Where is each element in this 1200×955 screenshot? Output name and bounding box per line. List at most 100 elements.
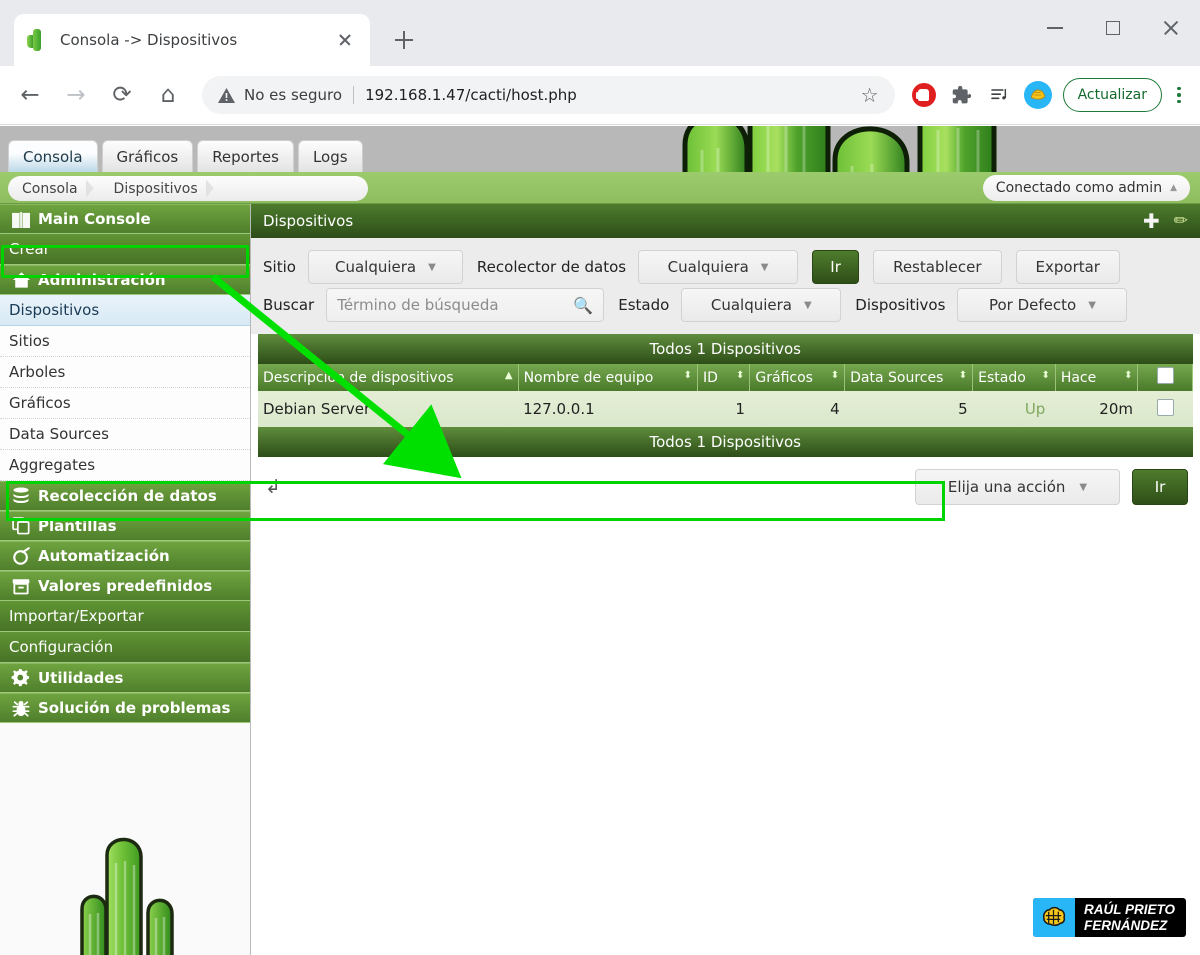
devices-dropdown[interactable]: Por Defecto ▼	[957, 288, 1127, 322]
profile-avatar[interactable]	[1021, 78, 1055, 112]
close-icon[interactable]	[1142, 0, 1200, 56]
ublock-icon[interactable]	[907, 78, 941, 112]
reset-button[interactable]: Restablecer	[873, 250, 1001, 284]
column-header-estado[interactable]: ⬍ Estado	[973, 364, 1056, 391]
sidebar-label: Solución de problemas	[38, 699, 230, 717]
minimize-icon[interactable]	[1026, 0, 1084, 56]
address-bar[interactable]: No es seguro 192.168.1.47/cacti/host.php…	[202, 76, 895, 114]
sidebar-item-valores-predefinidos[interactable]: Valores predefinidos	[0, 571, 250, 601]
breadcrumb-item-consola[interactable]: Consola	[8, 181, 86, 197]
sidebar-item-importar-exportar[interactable]: Importar/Exportar	[0, 601, 250, 632]
column-header-select-all[interactable]	[1138, 364, 1193, 391]
devices-value: Por Defecto	[989, 296, 1076, 314]
pencil-icon[interactable]: ✏	[1174, 213, 1188, 230]
tab-consola[interactable]: Consola	[8, 140, 98, 172]
filter-row-2: Buscar 🔍 Estado Cualquiera ▼ Dispositivo…	[251, 286, 1200, 324]
site-dropdown[interactable]: Cualquiera ▼	[308, 250, 463, 284]
forward-icon[interactable]: →	[56, 75, 96, 115]
home-icon[interactable]: ⌂	[148, 75, 188, 115]
column-header-descripcion[interactable]: ▲ Descripción de dispositivos	[258, 364, 518, 391]
cacti-banner: Consola Gráficos Reportes Logs	[0, 126, 1200, 172]
sidebar-item-administracion[interactable]: Administración	[0, 265, 250, 295]
sidebar-item-main-console[interactable]: Main Console	[0, 204, 250, 234]
reload-icon[interactable]: ⟳	[102, 75, 142, 115]
cell-hostname: 127.0.0.1	[518, 391, 697, 427]
row-checkbox[interactable]	[1157, 399, 1174, 416]
tab-graficos[interactable]: Gráficos	[102, 140, 194, 172]
table-footer: Todos 1 Dispositivos	[258, 427, 1193, 457]
sidebar-item-plantillas[interactable]: Plantillas	[0, 511, 250, 541]
back-icon[interactable]: ←	[10, 75, 50, 115]
login-status-label: Conectado como admin	[996, 180, 1162, 196]
sidebar-item-data-sources[interactable]: Data Sources	[0, 419, 250, 450]
sidebar-item-aggregates[interactable]: Aggregates	[0, 450, 250, 481]
column-header-graficos[interactable]: ⬍ Gráficos	[750, 364, 845, 391]
cell-description[interactable]: Debian Server	[258, 391, 518, 427]
sidebar-item-graficos[interactable]: Gráficos	[0, 388, 250, 419]
update-button[interactable]: Actualizar	[1063, 78, 1162, 112]
box-icon	[8, 578, 34, 595]
tab-reportes[interactable]: Reportes	[197, 140, 294, 172]
sidebar-label: Dispositivos	[9, 301, 99, 319]
sidebar-item-configuracion[interactable]: Configuración	[0, 632, 250, 663]
cell-ago: 20m	[1055, 391, 1138, 427]
go-button[interactable]: Ir	[812, 250, 859, 284]
panel-header: Dispositivos ✚ ✏	[251, 204, 1200, 238]
sidebar-cactus-logo	[52, 819, 202, 955]
omnibox-divider	[353, 86, 354, 104]
sidebar-item-arboles[interactable]: Arboles	[0, 357, 250, 388]
sidebar-item-crear[interactable]: Crear	[0, 234, 250, 265]
breadcrumb-item-dispositivos[interactable]: Dispositivos	[100, 181, 206, 197]
star-icon[interactable]: ☆	[861, 83, 879, 107]
chevron-up-icon: ▲	[1170, 183, 1177, 193]
column-header-data-sources[interactable]: ⬍ Data Sources	[845, 364, 973, 391]
browser-titlebar: Consola -> Dispositivos	[0, 0, 1200, 66]
table-header-row: ▲ Descripción de dispositivos ⬍ Nombre d…	[258, 364, 1193, 391]
browser-toolbar: ← → ⟳ ⌂ No es seguro 192.168.1.47/cacti/…	[0, 66, 1200, 125]
breadcrumb-bar: Consola Dispositivos Conectado como admi…	[0, 172, 1200, 204]
banner-cactus-image	[590, 126, 1060, 172]
sidebar-item-sitios[interactable]: Sitios	[0, 326, 250, 357]
kebab-menu-icon[interactable]	[1168, 87, 1190, 104]
column-header-hace[interactable]: ⬍ Hace	[1055, 364, 1138, 391]
sidebar-item-utilidades[interactable]: Utilidades	[0, 663, 250, 693]
cactus-icon	[26, 28, 48, 52]
column-header-id[interactable]: ⬍ ID	[698, 364, 750, 391]
search-box[interactable]: 🔍	[326, 288, 604, 322]
cell-select[interactable]	[1138, 391, 1193, 427]
browser-tab[interactable]: Consola -> Dispositivos	[14, 14, 370, 66]
sidebar-label: Crear	[9, 240, 50, 258]
sidebar-item-automatizacion[interactable]: Automatización	[0, 541, 250, 571]
status-label: Estado	[618, 296, 669, 314]
sidebar-label: Automatización	[38, 547, 170, 565]
collector-dropdown[interactable]: Cualquiera ▼	[638, 250, 798, 284]
close-tab-icon[interactable]	[332, 27, 358, 53]
chevron-down-icon: ▼	[761, 262, 769, 273]
search-input[interactable]	[337, 296, 573, 314]
status-dropdown[interactable]: Cualquiera ▼	[681, 288, 841, 322]
sidebar-label: Gráficos	[9, 394, 71, 412]
tab-strip: Consola -> Dispositivos	[0, 0, 1200, 66]
puzzle-icon[interactable]	[945, 78, 979, 112]
brain-icon	[1033, 898, 1075, 937]
breadcrumb-separator-2	[206, 176, 220, 201]
sidebar-item-solucion-de-problemas[interactable]: Solución de problemas	[0, 693, 250, 723]
maximize-icon[interactable]	[1084, 0, 1142, 56]
tab-logs[interactable]: Logs	[298, 140, 363, 172]
new-tab-icon[interactable]	[390, 26, 418, 54]
sidebar-item-recoleccion-de-datos[interactable]: Recolección de datos	[0, 481, 250, 511]
table-row[interactable]: Debian Server 127.0.0.1 1 4 5 Up 20m	[258, 391, 1193, 427]
playlist-icon[interactable]	[983, 78, 1017, 112]
login-status[interactable]: Conectado como admin ▲	[983, 175, 1190, 201]
search-icon[interactable]: 🔍	[573, 296, 593, 315]
export-button[interactable]: Exportar	[1016, 250, 1120, 284]
select-all-checkbox[interactable]	[1157, 367, 1174, 384]
sidebar-label: Sitios	[9, 332, 50, 350]
plus-icon[interactable]: ✚	[1143, 211, 1160, 231]
search-label: Buscar	[263, 296, 314, 314]
sidebar-item-dispositivos[interactable]: Dispositivos	[0, 295, 250, 326]
action-select[interactable]: Elija una acción ▼	[915, 469, 1120, 505]
action-go-button[interactable]: Ir	[1132, 469, 1188, 505]
devices-label: Dispositivos	[855, 296, 945, 314]
column-header-nombre-equipo[interactable]: ⬍ Nombre de equipo	[518, 364, 697, 391]
